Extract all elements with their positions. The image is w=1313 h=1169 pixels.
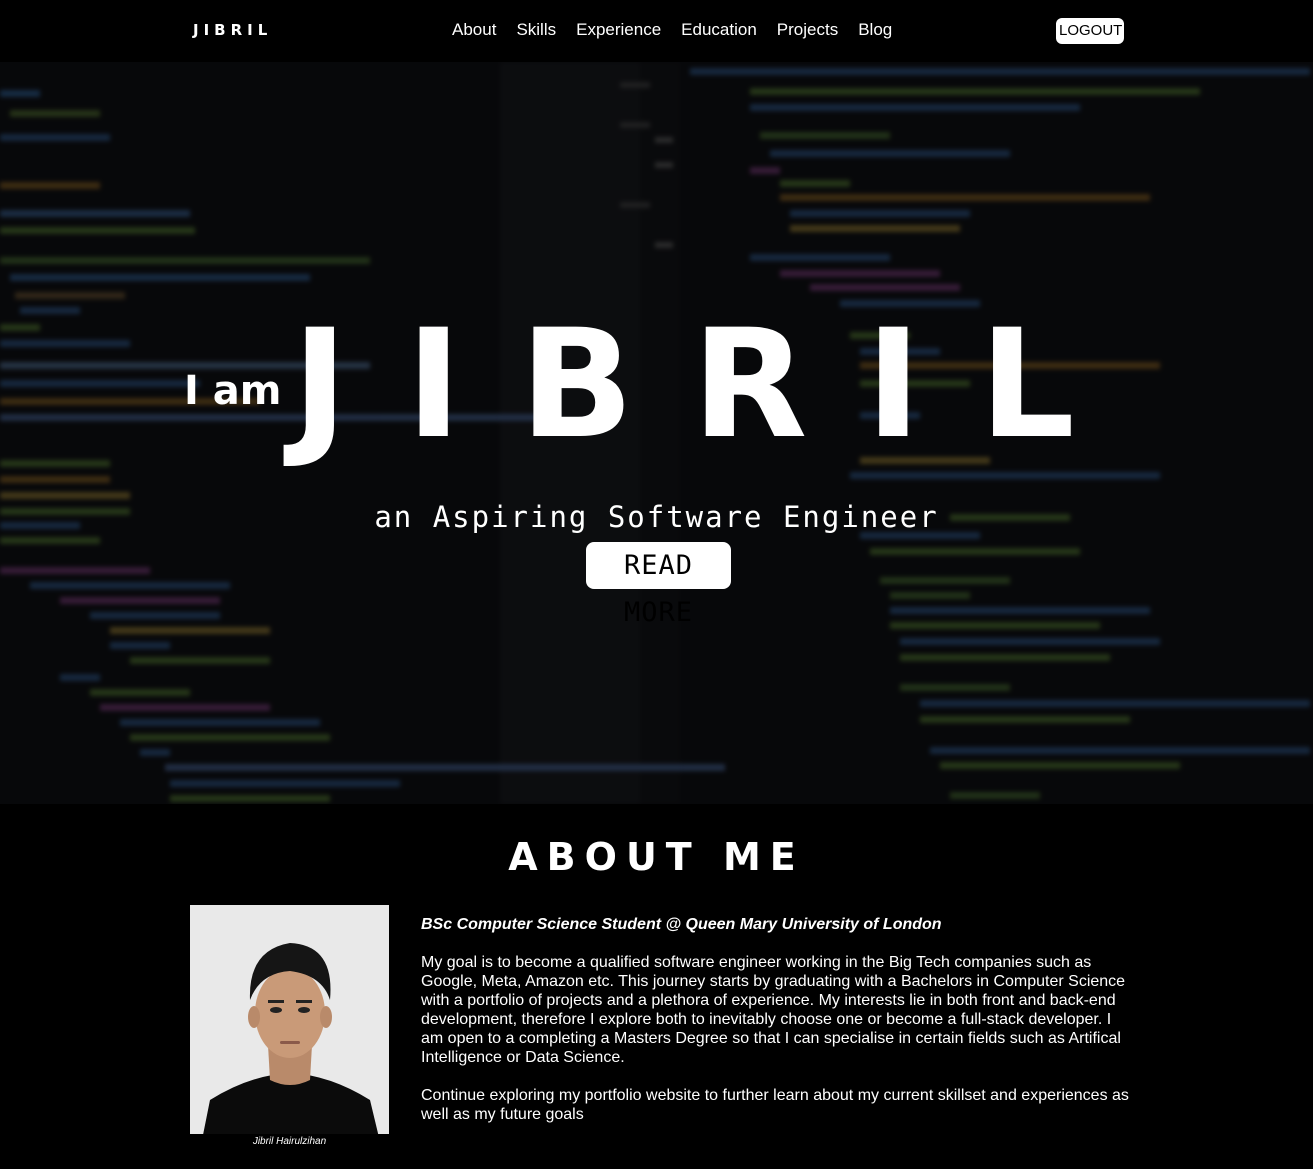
nav-links: About Skills Experience Education Projec…: [450, 20, 894, 40]
logout-button[interactable]: LOGOUT: [1056, 18, 1124, 44]
navbar: JIBRIL About Skills Experience Education…: [0, 0, 1313, 62]
nav-link-projects[interactable]: Projects: [775, 20, 840, 40]
about-title: ABOUT ME: [508, 835, 805, 879]
hero-name: JIBRIL: [292, 298, 1133, 472]
hero-prefix: I am: [184, 368, 282, 414]
profile-portrait-image: [190, 905, 389, 1150]
about-paragraph-continue: Continue exploring my portfolio website …: [421, 1087, 1129, 1123]
nav-link-skills[interactable]: Skills: [514, 20, 558, 40]
nav-link-blog[interactable]: Blog: [856, 20, 894, 40]
profile-photo: Jibril Hairulzihan: [190, 905, 389, 1150]
nav-link-experience[interactable]: Experience: [574, 20, 663, 40]
hero-subtitle: an Aspiring Software Engineer: [374, 500, 939, 534]
nav-link-about[interactable]: About: [450, 20, 498, 40]
about-paragraph-goals: My goal is to become a qualified softwar…: [421, 954, 1126, 1066]
read-more-button[interactable]: READ MORE: [586, 542, 731, 628]
about-headline: BSc Computer Science Student @ Queen Mar…: [421, 916, 942, 933]
brand-logo[interactable]: JIBRIL: [193, 21, 272, 39]
photo-caption: Jibril Hairulzihan: [190, 1134, 389, 1150]
nav-link-education[interactable]: Education: [679, 20, 759, 40]
hero-section: I am JIBRIL an Aspiring Software Enginee…: [0, 62, 1313, 804]
about-text: BSc Computer Science Student @ Queen Mar…: [421, 915, 1133, 1143]
